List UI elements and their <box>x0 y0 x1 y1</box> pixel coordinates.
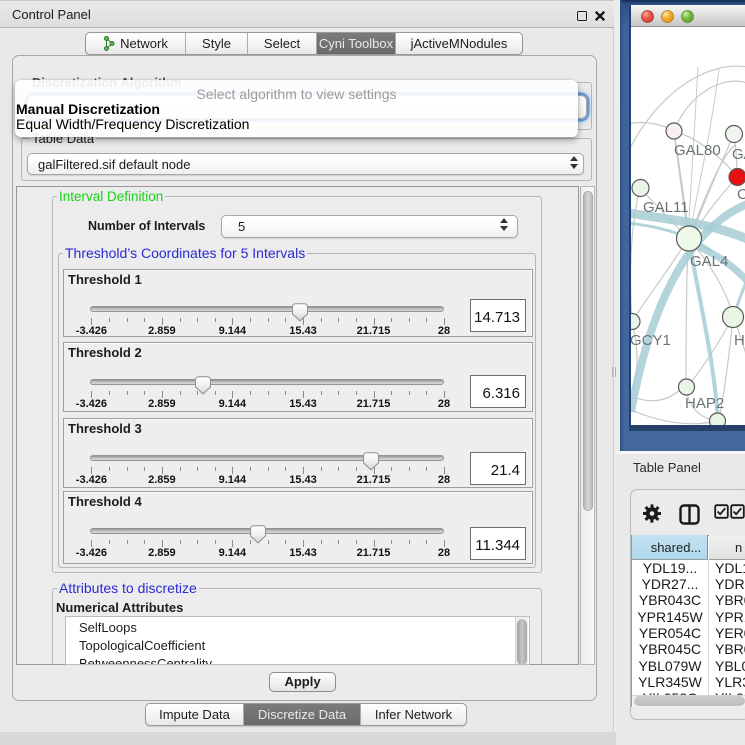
svg-text:GA: GA <box>732 146 745 163</box>
svg-text:GCY1: GCY1 <box>631 332 671 349</box>
svg-text:GAL4: GAL4 <box>690 253 728 270</box>
svg-text:HAP2: HAP2 <box>685 395 724 412</box>
svg-text:GAL11: GAL11 <box>643 199 689 216</box>
svg-text:C: C <box>737 186 745 203</box>
svg-text:H: H <box>734 332 745 349</box>
svg-text:GAL80: GAL80 <box>674 142 721 159</box>
